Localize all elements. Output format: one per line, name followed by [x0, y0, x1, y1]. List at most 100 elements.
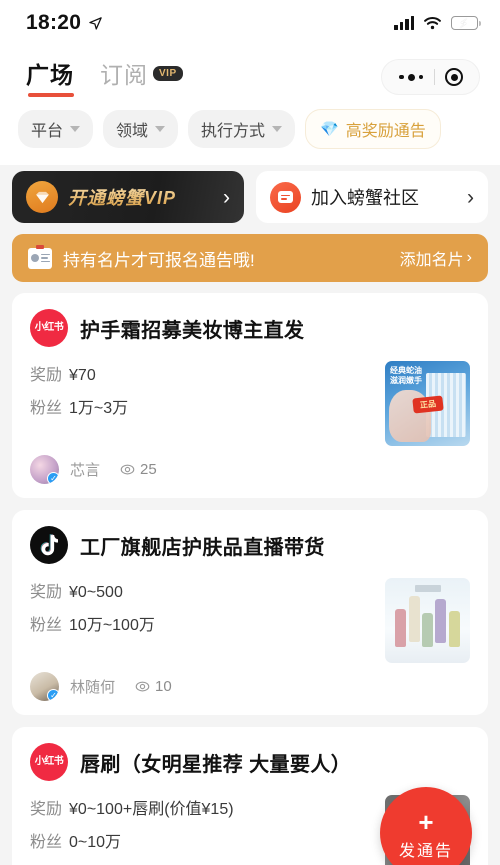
avatar[interactable]: ✓ [30, 455, 59, 484]
product-thumbnail: 经典蛇油 滋润嫩手 正品 [385, 361, 470, 446]
mini-program-capsule[interactable] [381, 59, 480, 95]
status-bar: 18:20 ⚡ [0, 0, 500, 46]
id-card-icon [28, 244, 52, 269]
battery-charging-icon: ⚡ [451, 16, 482, 31]
reward-label: 奖励 [30, 367, 63, 384]
status-bar-right: ⚡ [394, 16, 482, 31]
add-business-card-button[interactable]: 添加名片 › [400, 246, 472, 270]
eye-icon [135, 681, 150, 692]
job-card-footer: ✓ 林随何 10 [30, 672, 470, 701]
status-time: 18:20 [26, 11, 82, 34]
tab-square[interactable]: 广场 [26, 56, 74, 99]
plus-icon: + [418, 807, 434, 837]
filter-execution-mode-label: 执行方式 [201, 123, 266, 140]
job-fans-row: 粉丝 10万~100万 [30, 611, 385, 635]
xiaohongshu-icon: 小红书 [30, 743, 68, 781]
vip-badge: VIP [153, 65, 183, 81]
banner-row: 开通螃蟹VIP › 加入螃蟹社区 › [0, 165, 500, 223]
verified-badge-icon: ✓ [47, 689, 59, 701]
filter-high-reward-label: 高奖励通告 [345, 123, 426, 140]
job-card-header: 小红书 唇刷（女明星推荐 大量要人） [30, 743, 470, 781]
job-title: 护手霜招募美妆博主直发 [80, 319, 305, 342]
vip-banner[interactable]: 开通螃蟹VIP › [12, 171, 244, 223]
chevron-right-icon: › [467, 185, 474, 209]
xiaohongshu-icon: 小红书 [30, 309, 68, 347]
view-count-value: 10 [155, 678, 172, 695]
fans-label: 粉丝 [30, 617, 63, 634]
chevron-right-icon: › [223, 185, 230, 209]
fans-label: 粉丝 [30, 400, 63, 417]
job-fans-row: 粉丝 0~10万 [30, 828, 385, 852]
filter-field[interactable]: 领域 [103, 110, 179, 148]
job-reward-row: 奖励 ¥0~500 [30, 578, 385, 602]
reward-label: 奖励 [30, 801, 63, 818]
vip-diamond-icon [26, 181, 58, 213]
job-card-body: 奖励 ¥0~500 粉丝 10万~100万 [30, 578, 470, 663]
chat-bubble-icon [270, 181, 301, 213]
location-arrow-icon [89, 16, 102, 30]
tab-bar: 广场 订阅 VIP [26, 56, 183, 99]
diamond-icon: 💎 [320, 120, 339, 138]
fans-value: 0~10万 [69, 834, 122, 851]
author-name: 林随何 [70, 679, 116, 696]
chevron-down-icon [155, 126, 166, 132]
avatar[interactable]: ✓ [30, 672, 59, 701]
reward-label: 奖励 [30, 584, 63, 601]
job-card-header: 工厂旗舰店护肤品直播带货 [30, 526, 470, 564]
job-meta: 奖励 ¥0~100+唇刷(价值¥15) 粉丝 0~10万 [30, 795, 385, 865]
filter-execution-mode[interactable]: 执行方式 [188, 110, 296, 148]
target-icon[interactable] [435, 68, 473, 86]
job-reward-row: 奖励 ¥70 [30, 361, 385, 385]
more-dots-icon[interactable] [388, 73, 434, 81]
job-meta: 奖励 ¥0~500 粉丝 10万~100万 [30, 578, 385, 663]
app-header: 广场 订阅 VIP [0, 46, 500, 104]
add-business-card-label: 添加名片 [399, 252, 464, 269]
community-banner[interactable]: 加入螃蟹社区 › [256, 171, 488, 223]
business-card-notice[interactable]: 持有名片才可报名通告哦! 添加名片 › [12, 234, 488, 282]
chevron-down-icon [272, 126, 283, 132]
status-bar-left: 18:20 [26, 11, 103, 35]
view-count-value: 25 [140, 461, 157, 478]
vip-banner-label: 开通螃蟹VIP [68, 184, 176, 210]
reward-value: ¥0~100+唇刷(价值¥15) [69, 801, 234, 818]
app-screen: 18:20 ⚡ 广场 订阅 VIP 平台 领域 执行方式 💎 高奖励通告 开通螃… [0, 0, 500, 865]
fans-value: 10万~100万 [69, 617, 155, 634]
reward-value: ¥70 [69, 367, 96, 384]
view-count: 10 [135, 678, 172, 695]
job-card[interactable]: 小红书 护手霜招募美妆博主直发 奖励 ¥70 粉丝 1万~3万 经典蛇油 滋润嫩手 正… [12, 293, 488, 498]
filter-field-label: 领域 [116, 123, 149, 140]
job-card-body: 奖励 ¥70 粉丝 1万~3万 经典蛇油 滋润嫩手 正品 [30, 361, 470, 446]
community-banner-label: 加入螃蟹社区 [311, 188, 419, 208]
tab-square-label: 广场 [26, 61, 74, 88]
job-card-header: 小红书 护手霜招募美妆博主直发 [30, 309, 470, 347]
job-reward-row: 奖励 ¥0~100+唇刷(价值¥15) [30, 795, 385, 819]
filter-bar: 平台 领域 执行方式 💎 高奖励通告 [0, 104, 500, 165]
job-title: 工厂旗舰店护肤品直播带货 [80, 536, 325, 559]
reward-value: ¥0~500 [69, 584, 123, 601]
douyin-icon [30, 526, 68, 564]
job-card-footer: ✓ 芯言 25 [30, 455, 470, 484]
job-fans-row: 粉丝 1万~3万 [30, 394, 385, 418]
chevron-right-icon: › [466, 249, 472, 266]
view-count: 25 [120, 461, 157, 478]
fans-label: 粉丝 [30, 834, 63, 851]
signal-bars-icon [394, 16, 414, 30]
filter-platform[interactable]: 平台 [18, 110, 94, 148]
job-card[interactable]: 工厂旗舰店护肤品直播带货 奖励 ¥0~500 粉丝 10万~100万 ✓ 林随何 [12, 510, 488, 715]
tab-subscribe[interactable]: 订阅 VIP [100, 56, 183, 99]
notice-text: 持有名片才可报名通告哦! [63, 250, 255, 270]
filter-platform-label: 平台 [31, 123, 64, 140]
chevron-down-icon [70, 126, 81, 132]
job-feed: 小红书 护手霜招募美妆博主直发 奖励 ¥70 粉丝 1万~3万 经典蛇油 滋润嫩手 正… [0, 282, 500, 865]
verified-badge-icon: ✓ [47, 472, 59, 484]
job-meta: 奖励 ¥70 粉丝 1万~3万 [30, 361, 385, 446]
wifi-icon [424, 17, 441, 30]
post-task-label: 发通告 [398, 843, 453, 860]
job-title: 唇刷（女明星推荐 大量要人） [80, 753, 352, 776]
filter-high-reward[interactable]: 💎 高奖励通告 [305, 109, 441, 149]
tab-subscribe-label: 订阅 [100, 61, 148, 88]
author-name: 芯言 [70, 462, 101, 479]
product-thumbnail [385, 578, 470, 663]
eye-icon [120, 464, 135, 475]
fans-value: 1万~3万 [69, 400, 129, 417]
